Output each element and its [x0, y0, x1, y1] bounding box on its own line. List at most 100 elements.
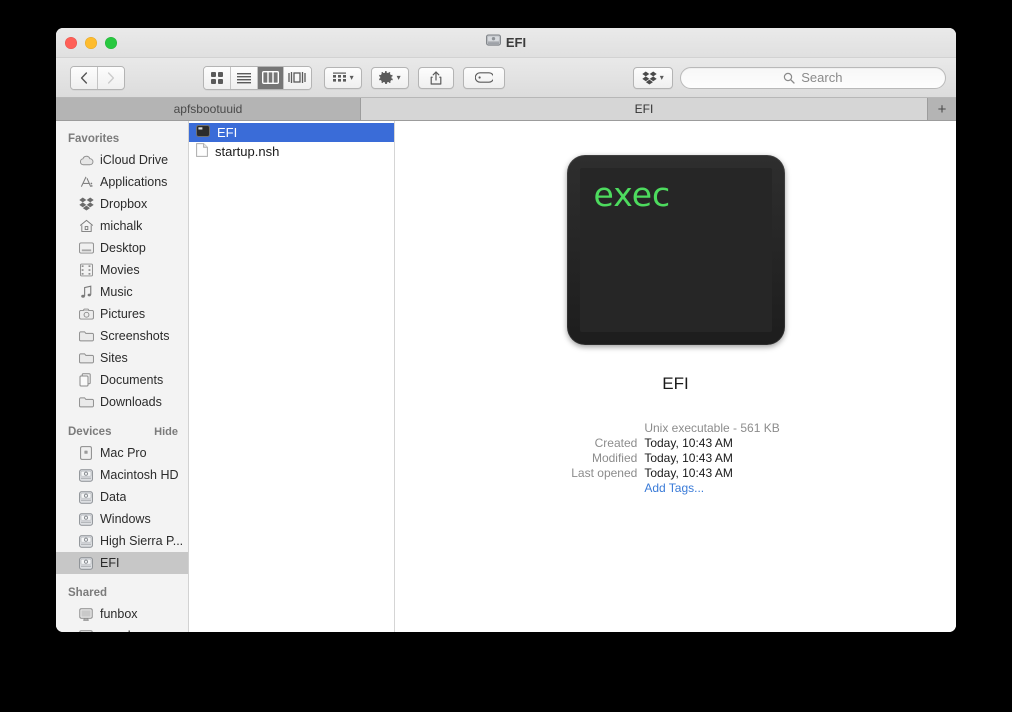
sidebar-item-label: EFI — [100, 556, 120, 570]
file-row-efi[interactable]: EFI — [189, 123, 394, 142]
sidebar-item-music[interactable]: Music — [56, 281, 188, 303]
file-row-startup-nsh[interactable]: startup.nsh — [189, 142, 394, 161]
view-mode-group — [203, 65, 312, 90]
sidebar-item-label: Documents — [100, 373, 164, 387]
preview-metadata: Unix executable - 561 KB Created Today, … — [571, 421, 779, 495]
forward-button[interactable] — [97, 66, 125, 89]
column-view-button[interactable] — [257, 66, 285, 89]
sidebar-item-downloads[interactable]: Downloads — [56, 391, 188, 413]
sidebar-item-windows[interactable]: Windows — [56, 508, 188, 530]
sidebar-item-michalk[interactable]: michalk — [56, 215, 188, 237]
sidebar-item-documents[interactable]: Documents — [56, 369, 188, 391]
sidebar-item-label: michalk — [100, 219, 143, 233]
sidebar-item-efi[interactable]: EFI — [56, 552, 188, 574]
sidebar-item-label: Applications — [100, 175, 168, 189]
window-title: EFI — [56, 34, 956, 50]
folder-icon — [78, 394, 94, 410]
sidebar-item-label: macdows — [100, 629, 153, 632]
hard-disk-icon — [78, 489, 94, 505]
sidebar-item-mac-pro[interactable]: Mac Pro — [56, 442, 188, 464]
exec-icon-screen: exec — [579, 168, 772, 332]
tab-bar: apfsbootuuid EFI + — [56, 98, 956, 121]
meta-kind-key — [571, 421, 637, 435]
sidebar-item-label: Pictures — [100, 307, 146, 321]
devices-hide-button[interactable]: Hide — [154, 426, 178, 438]
sidebar-item-label: Sites — [100, 351, 128, 365]
new-tab-button[interactable]: + — [928, 98, 956, 120]
gallery-view-button[interactable] — [284, 66, 311, 89]
sidebar-item-movies[interactable]: Movies — [56, 259, 188, 281]
chevron-down-icon: ▾ — [659, 72, 664, 82]
sidebar-item-data[interactable]: Data — [56, 486, 188, 508]
meta-last-opened-key: Last opened — [571, 466, 638, 480]
display-icon — [78, 606, 94, 622]
meta-created-key: Created — [594, 436, 638, 450]
music-icon — [78, 284, 94, 300]
tab-apfsbootuuid[interactable]: apfsbootuuid — [56, 98, 361, 120]
sidebar-item-label: Data — [100, 490, 127, 504]
sidebar-item-icloud-drive[interactable]: iCloud Drive — [56, 149, 188, 171]
sidebar-item-label: iCloud Drive — [100, 153, 169, 167]
sidebar-item-label: High Sierra P... — [100, 534, 184, 548]
back-button[interactable] — [71, 66, 98, 89]
window-body: Favorites iCloud Drive Applications Drop… — [56, 121, 956, 632]
tab-label: EFI — [634, 102, 654, 116]
tab-label: apfsbootuuid — [173, 102, 243, 116]
sidebar-section-devices: Devices Hide — [56, 422, 188, 442]
home-icon — [78, 218, 94, 234]
action-gear-button[interactable]: ▾ — [370, 66, 409, 89]
search-input[interactable]: Search — [679, 66, 947, 89]
sidebar-item-label: Music — [100, 285, 133, 299]
sidebar-item-dropbox[interactable]: Dropbox — [56, 193, 188, 215]
icon-view-button[interactable] — [204, 66, 231, 89]
list-view-button[interactable] — [230, 66, 258, 89]
sidebar-item-label: Mac Pro — [100, 446, 147, 460]
sidebar-section-title: Devices — [68, 426, 112, 438]
preview-pane: exec EFI Unix executable - 561 KB Create… — [395, 121, 956, 632]
dropbox-button[interactable]: ▾ — [632, 66, 673, 89]
folder-icon — [78, 328, 94, 344]
sidebar-item-desktop[interactable]: Desktop — [56, 237, 188, 259]
sidebar-item-funbox[interactable]: funbox — [56, 603, 188, 625]
sidebar-item-label: Macintosh HD — [100, 468, 179, 482]
chevron-down-icon: ▾ — [396, 72, 401, 82]
sidebar-item-macdows[interactable]: macdows — [56, 625, 188, 632]
hard-disk-icon — [78, 511, 94, 527]
sidebar-item-label: funbox — [100, 607, 138, 621]
applications-icon — [78, 174, 94, 190]
chevron-down-icon: ▾ — [349, 72, 354, 82]
hard-disk-icon — [78, 555, 94, 571]
navigation-buttons — [70, 65, 126, 90]
tab-efi[interactable]: EFI — [361, 98, 928, 120]
sidebar-section-favorites: Favorites — [56, 129, 188, 149]
finder-window: EFI ▾ ▾ ▾ Search apfsbootuuid EFI + Favo… — [56, 28, 956, 632]
sidebar-item-applications[interactable]: Applications — [56, 171, 188, 193]
meta-modified-key: Modified — [591, 451, 638, 465]
dropbox-icon — [78, 196, 94, 212]
pictures-icon — [78, 306, 94, 322]
sidebar[interactable]: Favorites iCloud Drive Applications Drop… — [56, 121, 189, 632]
file-list-column[interactable]: EFI startup.nsh — [189, 121, 395, 632]
sidebar-section-shared: Shared — [56, 583, 188, 603]
meta-tags-key — [571, 481, 637, 495]
arrange-by-button[interactable]: ▾ — [323, 66, 362, 89]
toolbar: ▾ ▾ ▾ Search — [56, 58, 956, 98]
sidebar-item-pictures[interactable]: Pictures — [56, 303, 188, 325]
tags-button[interactable] — [462, 66, 505, 89]
window-title-text: EFI — [505, 34, 527, 50]
sidebar-item-high-sierra[interactable]: High Sierra P... — [56, 530, 188, 552]
sidebar-item-screenshots[interactable]: Screenshots — [56, 325, 188, 347]
file-name: EFI — [217, 125, 238, 140]
hard-disk-icon — [485, 34, 501, 50]
sidebar-item-sites[interactable]: Sites — [56, 347, 188, 369]
add-tags-link[interactable]: Add Tags... — [644, 481, 779, 495]
sidebar-section-title: Shared — [68, 587, 107, 599]
sidebar-item-label: Movies — [100, 263, 140, 277]
documents-icon — [78, 372, 94, 388]
sidebar-item-label: Downloads — [100, 395, 162, 409]
share-button[interactable] — [417, 66, 454, 89]
icloud-icon — [78, 152, 94, 168]
sidebar-item-macintosh-hd[interactable]: Macintosh HD — [56, 464, 188, 486]
